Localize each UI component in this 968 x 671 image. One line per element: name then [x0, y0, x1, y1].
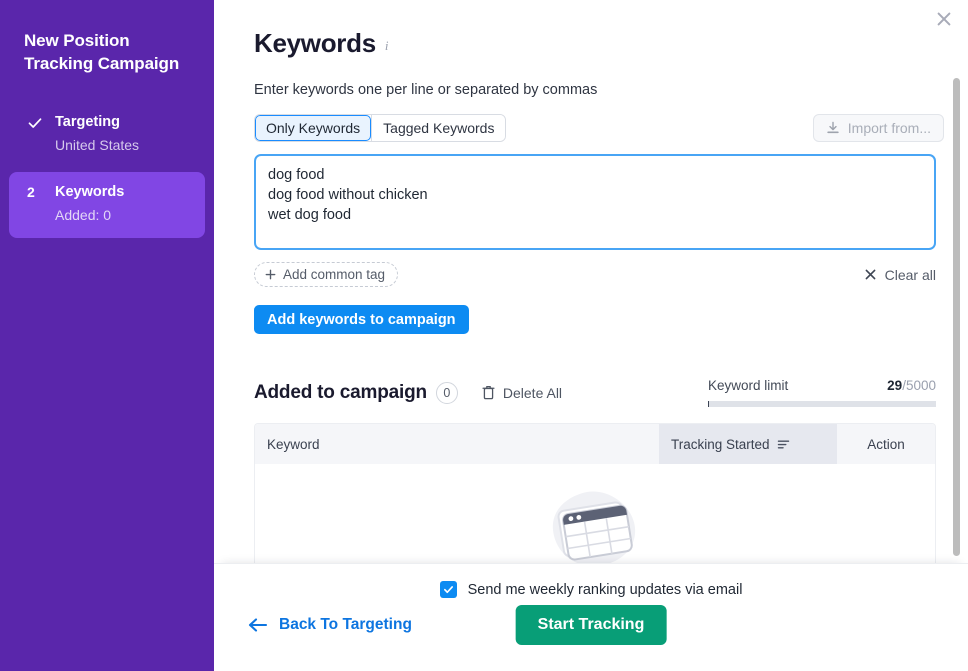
trash-icon — [482, 385, 495, 400]
page-title: Keywords — [254, 28, 376, 58]
helper-text: Enter keywords one per line or separated… — [254, 82, 598, 98]
weekly-updates-label: Send me weekly ranking updates via email — [467, 581, 743, 598]
check-icon — [443, 586, 453, 594]
column-header-tracking-started[interactable]: Tracking Started — [659, 424, 837, 464]
content: Keywords i Enter keywords one per line o… — [254, 0, 944, 563]
sidebar-step-label-keywords: Keywords — [55, 183, 125, 200]
column-header-keyword[interactable]: Keyword — [255, 424, 659, 464]
sidebar-step-label-targeting: Targeting — [55, 113, 120, 130]
keywords-table: Keyword Tracking Started Action — [254, 423, 936, 563]
scroll-area: Keywords i Enter keywords one per line o… — [214, 0, 968, 563]
main-panel: Keywords i Enter keywords one per line o… — [214, 0, 968, 671]
keyword-limit-total: /5000 — [902, 378, 936, 393]
keyword-limit-top: Keyword limit 29/5000 — [708, 378, 936, 393]
added-to-campaign-title: Added to campaign — [254, 381, 427, 403]
step-number-marker: 2 — [27, 183, 35, 200]
table-empty-state — [255, 464, 935, 563]
campaign-name: New Position Tracking Campaign — [24, 31, 180, 73]
keyword-limit-progress-fill — [708, 401, 710, 407]
import-from-button[interactable]: Import from... — [812, 114, 944, 142]
step-check-marker — [25, 113, 55, 131]
empty-table-illustration — [552, 491, 636, 563]
table-header-row: Keyword Tracking Started Action — [255, 424, 935, 464]
step-body: Keywords Added: 0 — [55, 183, 189, 225]
step-body: Targeting United States — [55, 113, 189, 155]
keyword-limit-value: 29/5000 — [887, 378, 936, 393]
wizard-footer: Send me weekly ranking updates via email… — [214, 563, 968, 671]
tab-only-keywords[interactable]: Only Keywords — [255, 115, 372, 141]
column-header-keyword-label: Keyword — [267, 436, 320, 452]
keyword-limit: Keyword limit 29/5000 — [708, 378, 936, 407]
add-keywords-to-campaign-button[interactable]: Add keywords to campaign — [254, 305, 469, 334]
sort-icon — [777, 440, 789, 448]
column-header-action-label: Action — [867, 436, 905, 452]
back-to-targeting-label: Back To Targeting — [279, 616, 412, 633]
added-to-campaign-header: Added to campaign 0 Delete All Keyword l… — [254, 378, 936, 407]
close-icon — [937, 12, 951, 26]
clear-all-label: Clear all — [884, 266, 936, 283]
check-icon — [28, 118, 42, 128]
sidebar-step-sub-keywords: Added: 0 — [55, 206, 112, 223]
weekly-updates-row: Send me weekly ranking updates via email — [439, 581, 743, 598]
keywords-textarea[interactable] — [254, 154, 936, 250]
keyword-mode-tabs: Only Keywords Tagged Keywords — [254, 114, 507, 142]
sidebar-step-keywords[interactable]: 2 Keywords Added: 0 — [9, 171, 205, 238]
page-title-row: Keywords i — [254, 26, 944, 60]
keyword-limit-label: Keyword limit — [708, 378, 789, 393]
tag-row: Add common tag Clear all — [254, 262, 936, 287]
weekly-updates-checkbox[interactable] — [439, 581, 457, 598]
delete-all-button[interactable]: Delete All — [482, 385, 562, 401]
delete-all-label: Delete All — [502, 384, 563, 401]
start-tracking-button[interactable]: Start Tracking — [515, 605, 667, 645]
wizard-sidebar: New Position Tracking Campaign Targeting… — [0, 0, 214, 671]
keyword-limit-progressbar — [708, 401, 936, 407]
plus-icon — [265, 269, 276, 280]
info-icon[interactable]: i — [385, 39, 389, 52]
back-to-targeting-button[interactable]: Back To Targeting — [248, 616, 412, 634]
campaign-wizard: New Position Tracking Campaign Targeting… — [0, 0, 968, 671]
close-icon — [865, 269, 876, 280]
column-header-tracking-started-label: Tracking Started — [671, 436, 770, 452]
footer-actions: Back To Targeting Start Tracking — [246, 605, 936, 645]
arrow-left-icon — [248, 618, 268, 632]
add-common-tag-label: Add common tag — [283, 267, 386, 282]
tab-tagged-keywords[interactable]: Tagged Keywords — [372, 115, 506, 141]
tab-row: Only Keywords Tagged Keywords Import fro… — [254, 114, 944, 142]
sidebar-step-sub-targeting: United States — [55, 136, 140, 153]
add-common-tag-button[interactable]: Add common tag — [254, 262, 399, 287]
sidebar-step-targeting[interactable]: Targeting United States — [9, 102, 205, 168]
clear-all-button[interactable]: Clear all — [864, 267, 936, 283]
download-icon — [827, 121, 839, 134]
added-count-badge: 0 — [435, 381, 458, 404]
close-dialog-button[interactable] — [929, 4, 959, 34]
keyword-limit-used: 29 — [887, 378, 903, 393]
column-header-action: Action — [837, 424, 935, 464]
vertical-scrollbar-thumb[interactable] — [953, 78, 960, 556]
import-from-label: Import from... — [847, 120, 931, 136]
